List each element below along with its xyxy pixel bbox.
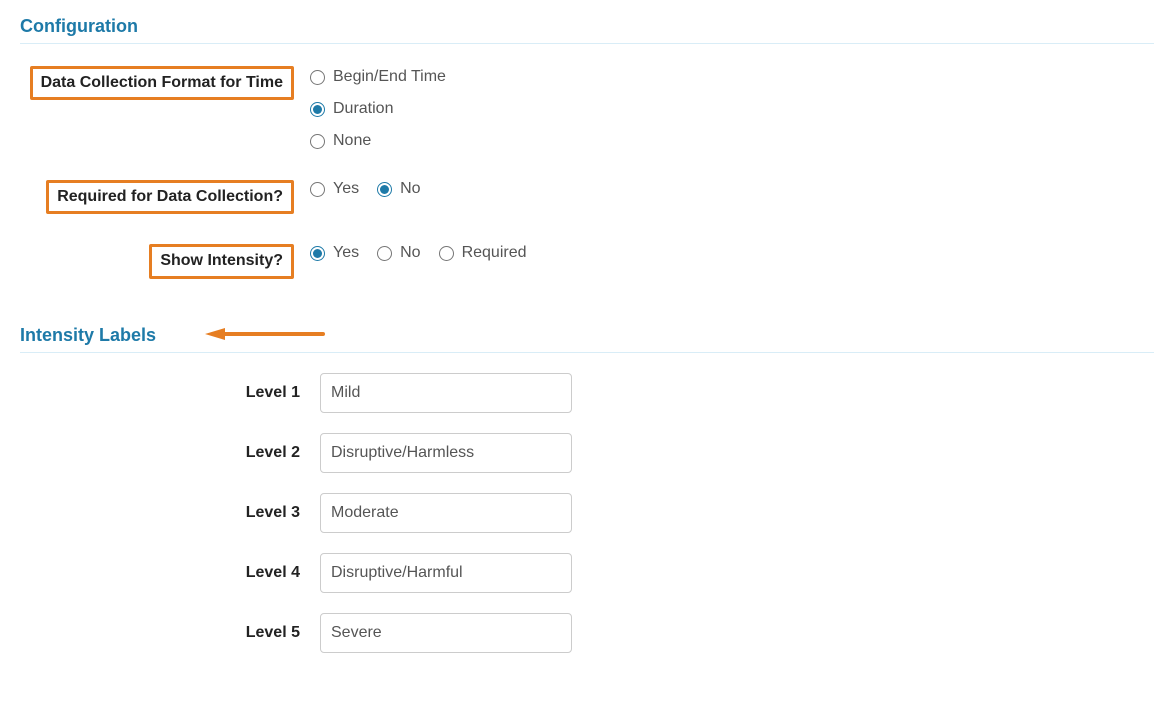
show-intensity-radio-required[interactable]: [439, 246, 454, 261]
level-label: Level 5: [246, 624, 300, 642]
level-row: Level 3: [20, 493, 1154, 533]
required-option-yes[interactable]: Yes: [310, 180, 359, 198]
level-row: Level 5: [20, 613, 1154, 653]
required-option-no-label: No: [400, 180, 420, 198]
level-label: Level 1: [246, 384, 300, 402]
show-intensity-option-yes[interactable]: Yes: [310, 244, 359, 262]
level-label: Level 3: [246, 504, 300, 522]
level-input[interactable]: [320, 613, 572, 653]
format-label: Data Collection Format for Time: [30, 66, 294, 100]
format-radio-duration[interactable]: [310, 102, 325, 117]
format-option-none-label: None: [333, 132, 371, 150]
level-input[interactable]: [320, 433, 572, 473]
format-option-duration-label: Duration: [333, 100, 393, 118]
format-radio-none[interactable]: [310, 134, 325, 149]
configuration-title: Configuration: [20, 10, 1154, 44]
show-intensity-radio-yes[interactable]: [310, 246, 325, 261]
level-label: Level 4: [246, 564, 300, 582]
required-label: Required for Data Collection?: [46, 180, 294, 214]
level-row: Level 4: [20, 553, 1154, 593]
show-intensity-option-no[interactable]: No: [377, 244, 420, 262]
format-option-duration[interactable]: Duration: [310, 100, 1154, 118]
show-intensity-option-required[interactable]: Required: [439, 244, 527, 262]
required-option-no[interactable]: No: [377, 180, 420, 198]
required-radio-yes[interactable]: [310, 182, 325, 197]
format-radio-begin-end[interactable]: [310, 70, 325, 85]
show-intensity-label: Show Intensity?: [149, 244, 294, 278]
show-intensity-option-yes-label: Yes: [333, 244, 359, 262]
show-intensity-option-required-label: Required: [462, 244, 527, 262]
show-intensity-radio-no[interactable]: [377, 246, 392, 261]
intensity-title: Intensity Labels: [20, 319, 1154, 353]
level-row: Level 2: [20, 433, 1154, 473]
level-label: Level 2: [246, 444, 300, 462]
format-option-none[interactable]: None: [310, 132, 1154, 150]
show-intensity-option-no-label: No: [400, 244, 420, 262]
level-input[interactable]: [320, 553, 572, 593]
format-option-begin-end[interactable]: Begin/End Time: [310, 68, 1154, 86]
format-option-begin-end-label: Begin/End Time: [333, 68, 446, 86]
level-input[interactable]: [320, 373, 572, 413]
level-input[interactable]: [320, 493, 572, 533]
level-row: Level 1: [20, 373, 1154, 413]
required-option-yes-label: Yes: [333, 180, 359, 198]
required-radio-no[interactable]: [377, 182, 392, 197]
